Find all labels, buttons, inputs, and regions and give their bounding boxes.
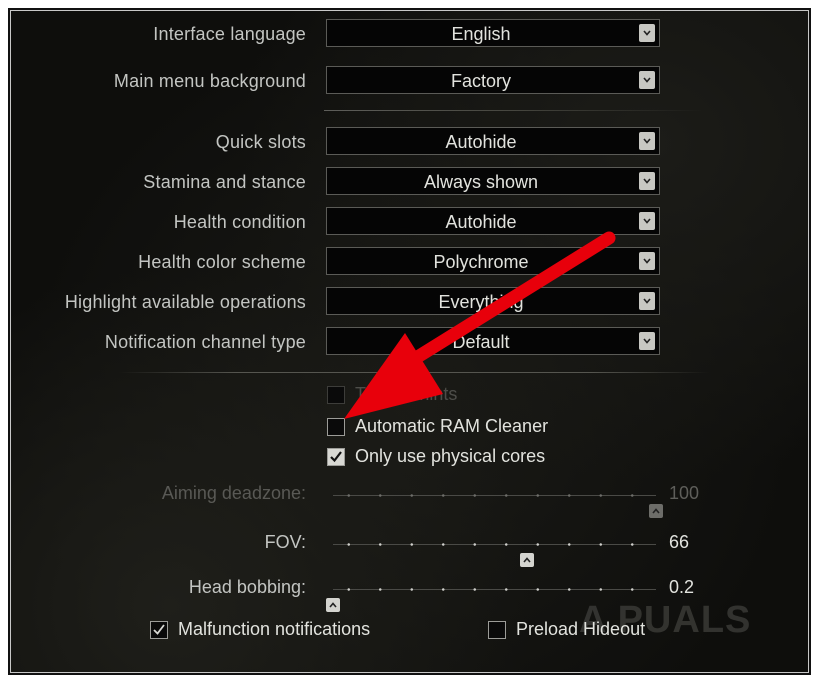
annotation-arrow-icon xyxy=(344,231,616,419)
settings-panel: Interface language English Main menu bac… xyxy=(10,10,809,673)
